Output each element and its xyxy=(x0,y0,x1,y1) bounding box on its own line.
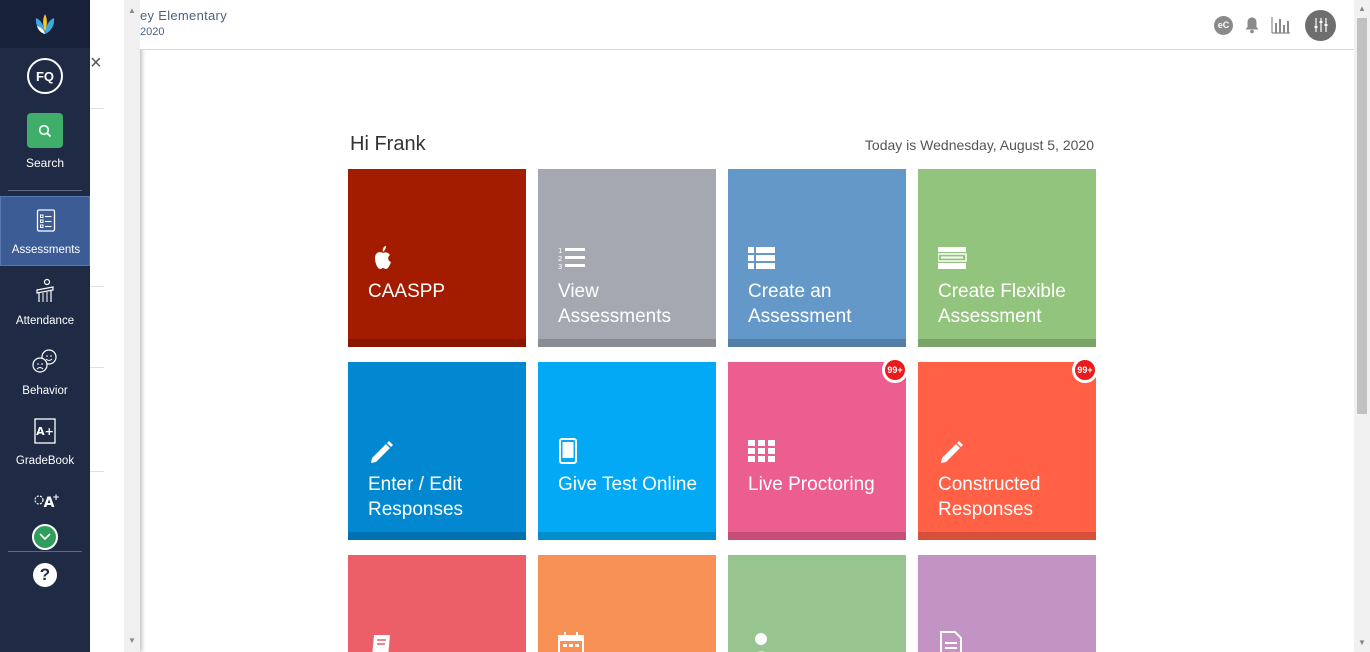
sidebar-item-label: GradeBook xyxy=(15,455,75,467)
user-icon xyxy=(755,633,767,652)
tile-bottom-bar xyxy=(918,532,1096,540)
document-icon xyxy=(940,631,962,652)
school-name[interactable]: ey Elementary xyxy=(140,8,227,23)
tile-bottom-bar xyxy=(538,532,716,540)
book-icon xyxy=(372,635,390,652)
chevron-down-icon xyxy=(39,533,51,541)
search-button[interactable] xyxy=(27,113,63,148)
tile-user[interactable] xyxy=(728,555,906,652)
sidebar-item-label: Assessments xyxy=(11,244,81,256)
sidebar-item-behavior[interactable]: Behavior xyxy=(0,338,90,408)
tile-book[interactable] xyxy=(348,555,526,652)
avatar[interactable]: FQ xyxy=(27,58,63,94)
calendar-icon xyxy=(558,632,584,652)
panel-scrollbar[interactable]: ▲ ▼ xyxy=(124,0,140,652)
svg-text:2: 2 xyxy=(558,255,562,263)
sidebar-divider xyxy=(8,190,82,191)
tile-create-flexible-assessment[interactable]: Create Flexible Assessment xyxy=(918,169,1096,347)
help-icon[interactable]: ? xyxy=(33,563,57,587)
tile-bottom-bar xyxy=(348,532,526,540)
tile-caaspp[interactable]: CAASPP xyxy=(348,169,526,347)
bar-chart-icon[interactable] xyxy=(1271,16,1291,34)
pencil-icon xyxy=(941,441,963,463)
sidebar-item-gradebook[interactable]: A+ GradeBook xyxy=(0,408,90,478)
tile-bottom-bar xyxy=(348,339,526,347)
constructed-responses-count-badge: 99+ xyxy=(1072,357,1098,383)
tablet-icon xyxy=(559,438,577,464)
tile-document[interactable] xyxy=(918,555,1096,652)
desk-icon xyxy=(36,278,54,302)
scroll-up-arrow-icon[interactable]: ▲ xyxy=(128,6,136,15)
tile-live-proctoring[interactable]: Live Proctoring xyxy=(728,362,906,540)
app-logo[interactable] xyxy=(0,0,90,48)
svg-text:1: 1 xyxy=(558,247,562,255)
tile-label: View Assessments xyxy=(558,281,671,327)
page-scrollbar[interactable]: ▲ ▼ xyxy=(1354,0,1370,652)
settings-sliders-button[interactable] xyxy=(1305,9,1336,41)
pencil-icon xyxy=(371,441,393,463)
tile-bottom-bar xyxy=(918,339,1096,347)
date-text: Today is Wednesday, August 5, 2020 xyxy=(864,137,1094,153)
svg-text:+: + xyxy=(52,493,59,503)
stacked-list-icon xyxy=(938,247,967,269)
tile-view-assessments[interactable]: 1 2 3 View Assessments xyxy=(538,169,716,347)
scroll-down-arrow-icon[interactable]: ▼ xyxy=(128,636,136,645)
scrollbar-thumb[interactable] xyxy=(1357,18,1367,414)
butterfly-logo-icon xyxy=(35,14,55,34)
header-actions: eC xyxy=(1214,9,1336,41)
faces-icon xyxy=(32,349,57,373)
tile-bottom-bar xyxy=(728,339,906,347)
school-year: 2020 xyxy=(140,26,165,38)
panel-divider xyxy=(90,108,104,109)
tile-label: Constructed Responses xyxy=(938,474,1041,520)
tile-label: Create Flexible Assessment xyxy=(938,281,1066,327)
tile-label: CAASPP xyxy=(368,281,446,302)
sidebar-item-label: Behavior xyxy=(22,385,68,397)
svg-text:3: 3 xyxy=(558,263,562,271)
main-sidebar: FQ Search Assessments Attendance Behavio… xyxy=(0,0,90,652)
search-icon xyxy=(38,124,52,137)
panel-divider xyxy=(90,286,104,287)
tile-give-test-online[interactable]: Give Test Online xyxy=(538,362,716,540)
tile-create-assessment[interactable]: Create an Assessment xyxy=(728,169,906,347)
list-icon xyxy=(748,247,775,269)
tile-constructed-responses[interactable]: Constructed Responses xyxy=(918,362,1096,540)
gear-a-plus-icon: A + xyxy=(34,493,59,511)
tile-bottom-bar xyxy=(728,532,906,540)
tile-label: Enter / Edit Responses xyxy=(368,474,464,520)
scroll-down-arrow-icon[interactable]: ▼ xyxy=(1358,638,1366,647)
svg-text:A+: A+ xyxy=(36,425,54,438)
scroll-up-arrow-icon[interactable]: ▲ xyxy=(1358,4,1366,13)
numbered-list-icon: 1 2 3 xyxy=(558,247,585,271)
sidebar-item-label: Attendance xyxy=(15,315,75,327)
tile-bottom-bar xyxy=(538,339,716,347)
panel-divider xyxy=(90,471,104,472)
sidebar-item-attendance[interactable]: Attendance xyxy=(0,268,90,338)
panel-divider xyxy=(90,367,104,368)
live-proctoring-count-badge: 99+ xyxy=(882,357,908,383)
tile-enter-edit-responses[interactable]: Enter / Edit Responses xyxy=(348,362,526,540)
greeting: Hi Frank xyxy=(350,133,426,155)
clipboard-list-icon xyxy=(36,209,56,232)
apple-icon xyxy=(375,246,391,269)
sidebar-item-assessments[interactable]: Assessments xyxy=(0,196,90,266)
sidebar-divider xyxy=(8,551,82,552)
secondary-panel: × ▲ ▼ xyxy=(90,0,140,652)
close-icon[interactable]: × xyxy=(90,52,102,75)
tile-label: Live Proctoring xyxy=(748,474,875,495)
grade-a-plus-icon: A+ xyxy=(34,418,56,444)
top-header: ey Elementary 2020 eC xyxy=(140,0,1354,50)
search-label: Search xyxy=(25,156,65,170)
tile-label: Give Test Online xyxy=(558,474,698,495)
tile-label: Create an Assessment xyxy=(748,281,852,327)
sidebar-scroll-down-button[interactable] xyxy=(32,524,58,550)
tile-calendar[interactable] xyxy=(538,555,716,652)
bell-icon[interactable] xyxy=(1243,16,1261,34)
grid-icon xyxy=(748,440,775,462)
ec-icon[interactable]: eC xyxy=(1214,15,1233,35)
sliders-icon xyxy=(1314,18,1327,32)
